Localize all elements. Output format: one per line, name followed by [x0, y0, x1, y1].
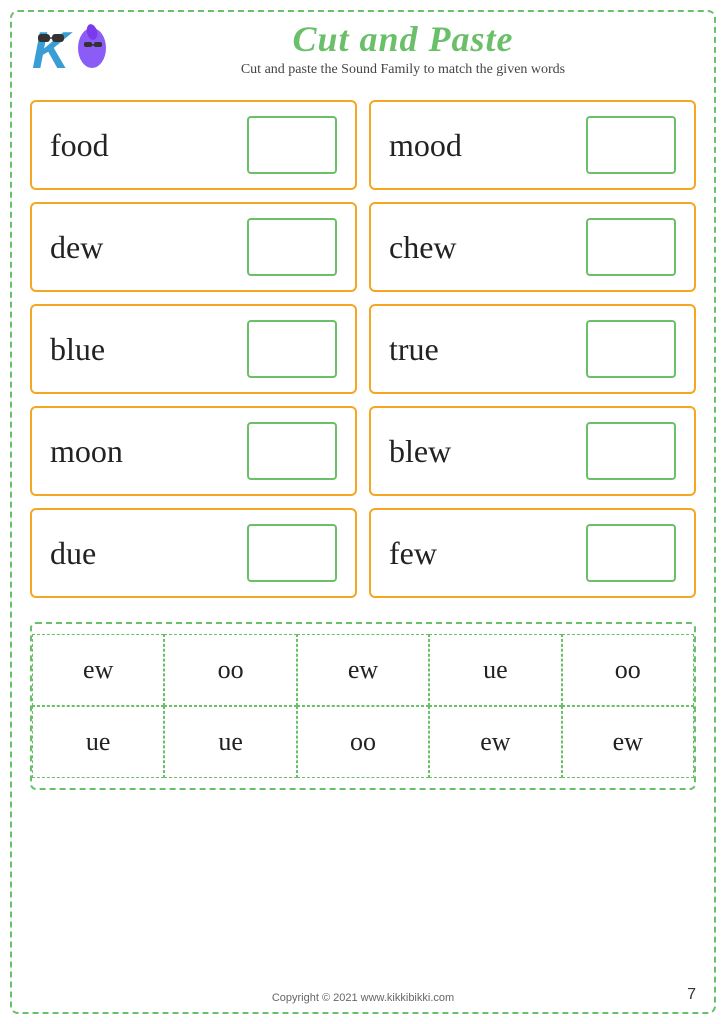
word-card-moon: moon	[30, 406, 357, 496]
header: K Cut and Paste Cut and paste the Sound …	[0, 0, 726, 86]
word-card-blue: blue	[30, 304, 357, 394]
answer-box-food[interactable]	[247, 116, 337, 174]
word-blue: blue	[50, 331, 105, 368]
answer-box-true[interactable]	[586, 320, 676, 378]
answer-box-few[interactable]	[586, 524, 676, 582]
answer-box-due[interactable]	[247, 524, 337, 582]
word-card-dew: dew	[30, 202, 357, 292]
word-due: due	[50, 535, 96, 572]
cut-piece-ue-3[interactable]: ue	[164, 706, 296, 778]
word-card-true: true	[369, 304, 696, 394]
words-grid: food mood dew chew blue true moon blew d…	[0, 90, 726, 608]
answer-box-chew[interactable]	[586, 218, 676, 276]
cut-piece-ue-1[interactable]: ue	[429, 634, 561, 706]
footer-copyright: Copyright © 2021 www.kikkibikki.com	[0, 992, 726, 1004]
word-card-chew: chew	[369, 202, 696, 292]
header-text: Cut and Paste Cut and paste the Sound Fa…	[110, 18, 696, 78]
word-moon: moon	[50, 433, 123, 470]
word-card-mood: mood	[369, 100, 696, 190]
cut-piece-oo-2[interactable]: oo	[562, 634, 694, 706]
cut-piece-ew-1[interactable]: ew	[32, 634, 164, 706]
page-subtitle: Cut and paste the Sound Family to match …	[110, 62, 696, 78]
word-food: food	[50, 127, 109, 164]
cut-piece-ew-4[interactable]: ew	[562, 706, 694, 778]
word-blew: blew	[389, 433, 451, 470]
cut-section: ew oo ew ue oo ue ue oo ew ew	[30, 622, 696, 790]
cut-piece-ew-2[interactable]: ew	[297, 634, 429, 706]
word-chew: chew	[389, 229, 457, 266]
word-card-due: due	[30, 508, 357, 598]
page-number: 7	[687, 986, 696, 1004]
word-card-few: few	[369, 508, 696, 598]
cut-piece-oo-1[interactable]: oo	[164, 634, 296, 706]
logo: K	[30, 18, 110, 78]
word-dew: dew	[50, 229, 103, 266]
cut-piece-ew-3[interactable]: ew	[429, 706, 561, 778]
page-title: Cut and Paste	[110, 18, 696, 60]
answer-box-blue[interactable]	[247, 320, 337, 378]
answer-box-mood[interactable]	[586, 116, 676, 174]
cut-piece-oo-3[interactable]: oo	[297, 706, 429, 778]
cut-row-2: ue ue oo ew ew	[32, 706, 694, 778]
word-mood: mood	[389, 127, 462, 164]
logo-k-letter: K	[32, 22, 73, 78]
cut-row-1: ew oo ew ue oo	[32, 634, 694, 706]
answer-box-moon[interactable]	[247, 422, 337, 480]
word-card-food: food	[30, 100, 357, 190]
word-true: true	[389, 331, 439, 368]
cut-piece-ue-2[interactable]: ue	[32, 706, 164, 778]
answer-box-dew[interactable]	[247, 218, 337, 276]
word-few: few	[389, 535, 437, 572]
word-card-blew: blew	[369, 406, 696, 496]
answer-box-blew[interactable]	[586, 422, 676, 480]
logo-svg: K	[30, 18, 110, 78]
